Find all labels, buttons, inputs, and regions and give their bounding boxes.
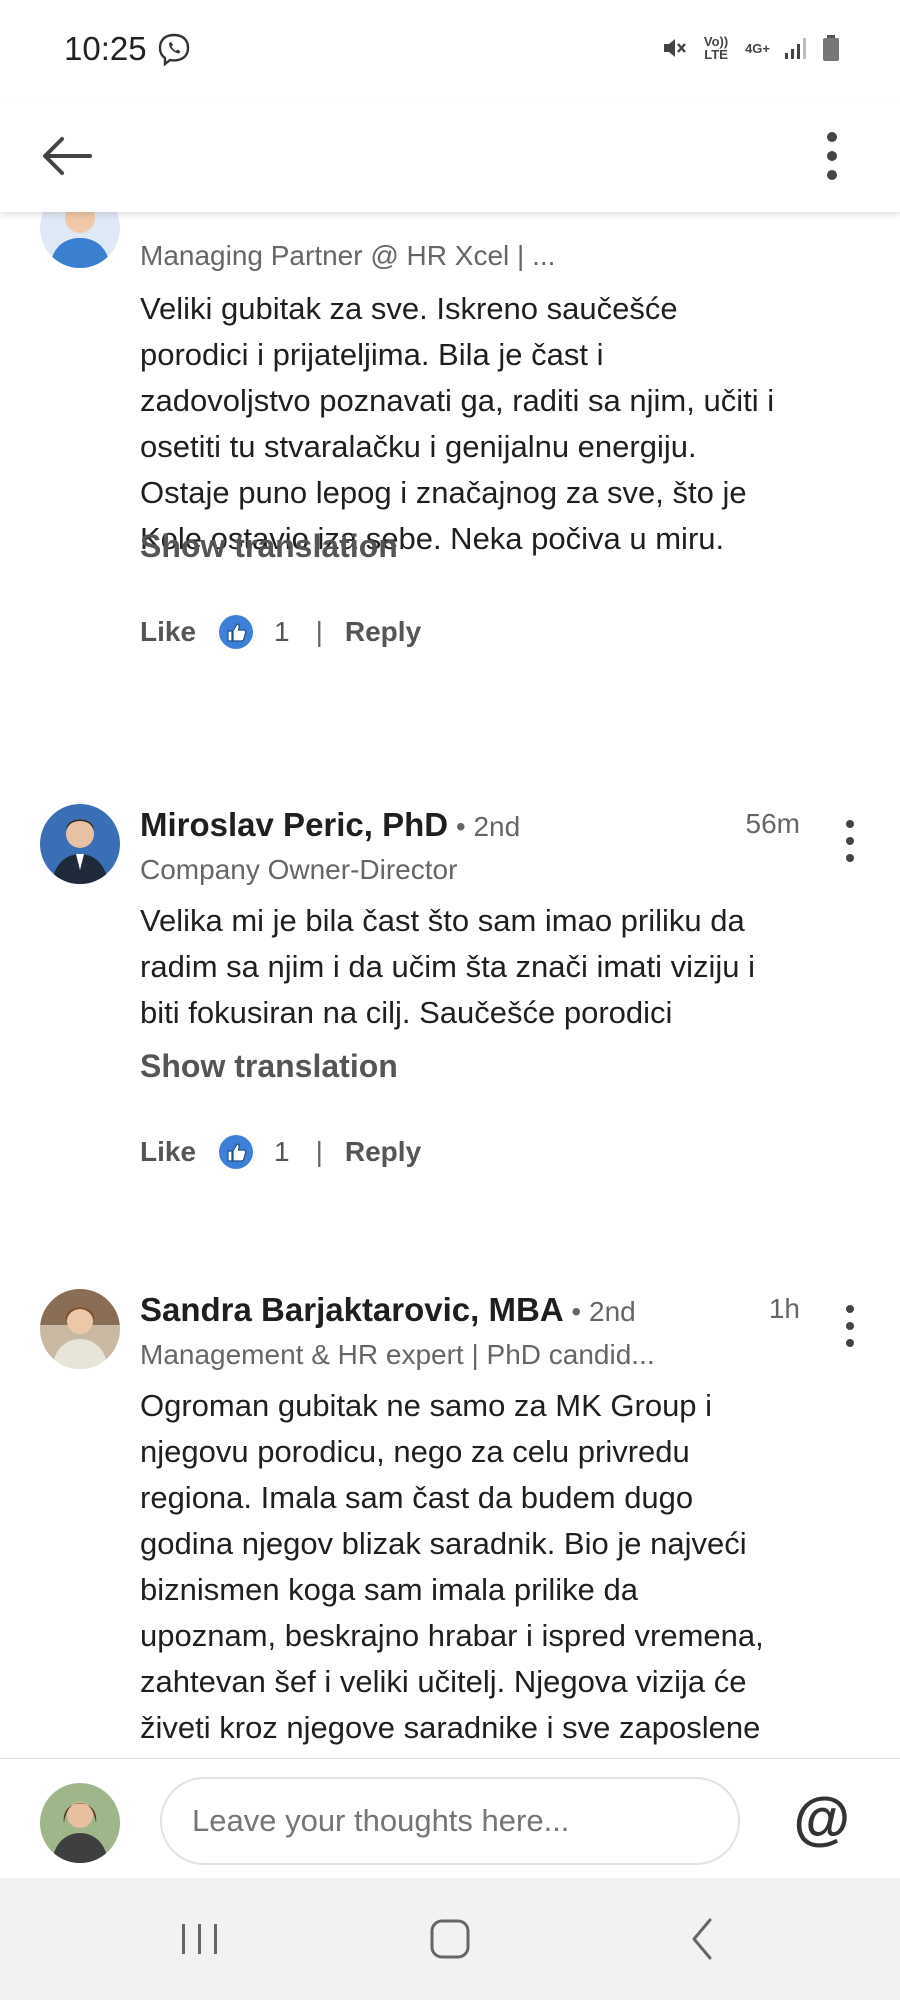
system-navigation-bar [0,1878,900,2000]
author-name[interactable]: Miroslav Peric, PhD [140,806,448,843]
show-translation-link[interactable]: Show translation [140,528,398,565]
avatar[interactable] [40,212,120,268]
status-icons: Vo)) LTE 4G+ [661,34,840,62]
more-options-icon[interactable] [800,124,864,188]
show-translation-link[interactable]: Show translation [140,1048,398,1085]
action-separator: | [315,616,323,647]
comment-more-icon[interactable] [830,816,870,866]
comment-body: Velika mi je bila čast što sam imao pril… [140,903,756,1030]
volte-indicator: Vo)) LTE [703,34,729,62]
mention-button[interactable]: @ [793,1789,850,1849]
comment-body: Ogroman gubitak ne samo za MK Group i nj… [140,1388,764,1745]
like-button[interactable]: Like [140,1136,196,1168]
connection-degree: • 2nd [448,811,521,842]
like-count: 1 [274,1136,290,1167]
back-arrow-icon[interactable] [36,124,100,188]
reply-button[interactable]: Reply [345,616,421,648]
comment: Sandra Barjaktarovic, MBA • 2nd 1h Manag… [0,1279,900,1758]
signal-icon [785,38,806,59]
comment: Miroslav Peric, PhD • 2nd 56m Company Ow… [0,792,900,1242]
like-reaction-icon[interactable] [218,1134,254,1170]
comment-actions: Like 1 | Reply [140,614,421,650]
connection-degree: • 2nd [563,1296,636,1327]
comment-author-headline: Management & HR expert | PhD candid... [140,1339,655,1370]
comment: Managing Partner @ HR Xcel | ... Veliki … [0,212,900,746]
comment-author-headline: Managing Partner @ HR Xcel | ... [140,240,556,271]
network-indicator: 4G+ [745,40,770,56]
status-time: 10:25 [64,30,147,67]
recent-apps-icon[interactable] [170,1914,230,1964]
action-separator: | [315,1136,323,1167]
comment-author-headline: Company Owner-Director [140,854,458,885]
comment-actions: Like 1 | Reply [140,1134,421,1170]
comment-author[interactable]: Miroslav Peric, PhD • 2nd [140,806,520,844]
comment-more-icon[interactable] [830,1301,870,1351]
like-button[interactable]: Like [140,616,196,648]
comment-input[interactable] [160,1777,740,1865]
mute-icon [664,39,686,57]
battery-icon [823,35,839,61]
comment-time: 1h [768,1293,800,1324]
back-nav-icon[interactable] [674,1914,734,1964]
comments-feed[interactable]: Managing Partner @ HR Xcel | ... Veliki … [0,212,900,1758]
like-count: 1 [274,616,290,647]
comment-time: 56m [745,808,800,839]
user-avatar[interactable] [40,1783,120,1863]
app-bar [0,100,900,212]
comment-author[interactable]: Sandra Barjaktarovic, MBA • 2nd [140,1291,636,1329]
status-bar: 10:25 Vo)) LTE 4G+ [0,0,900,100]
comment-compose-bar: @ [0,1758,900,1878]
avatar[interactable] [40,804,120,884]
avatar[interactable] [40,1289,120,1369]
author-name[interactable]: Sandra Barjaktarovic, MBA [140,1291,564,1328]
comment-body: Veliki gubitak za sve. Iskreno saučešće … [140,291,775,556]
like-reaction-icon[interactable] [218,614,254,650]
reply-button[interactable]: Reply [345,1136,421,1168]
home-icon[interactable] [420,1914,480,1964]
viber-icon [158,33,190,67]
